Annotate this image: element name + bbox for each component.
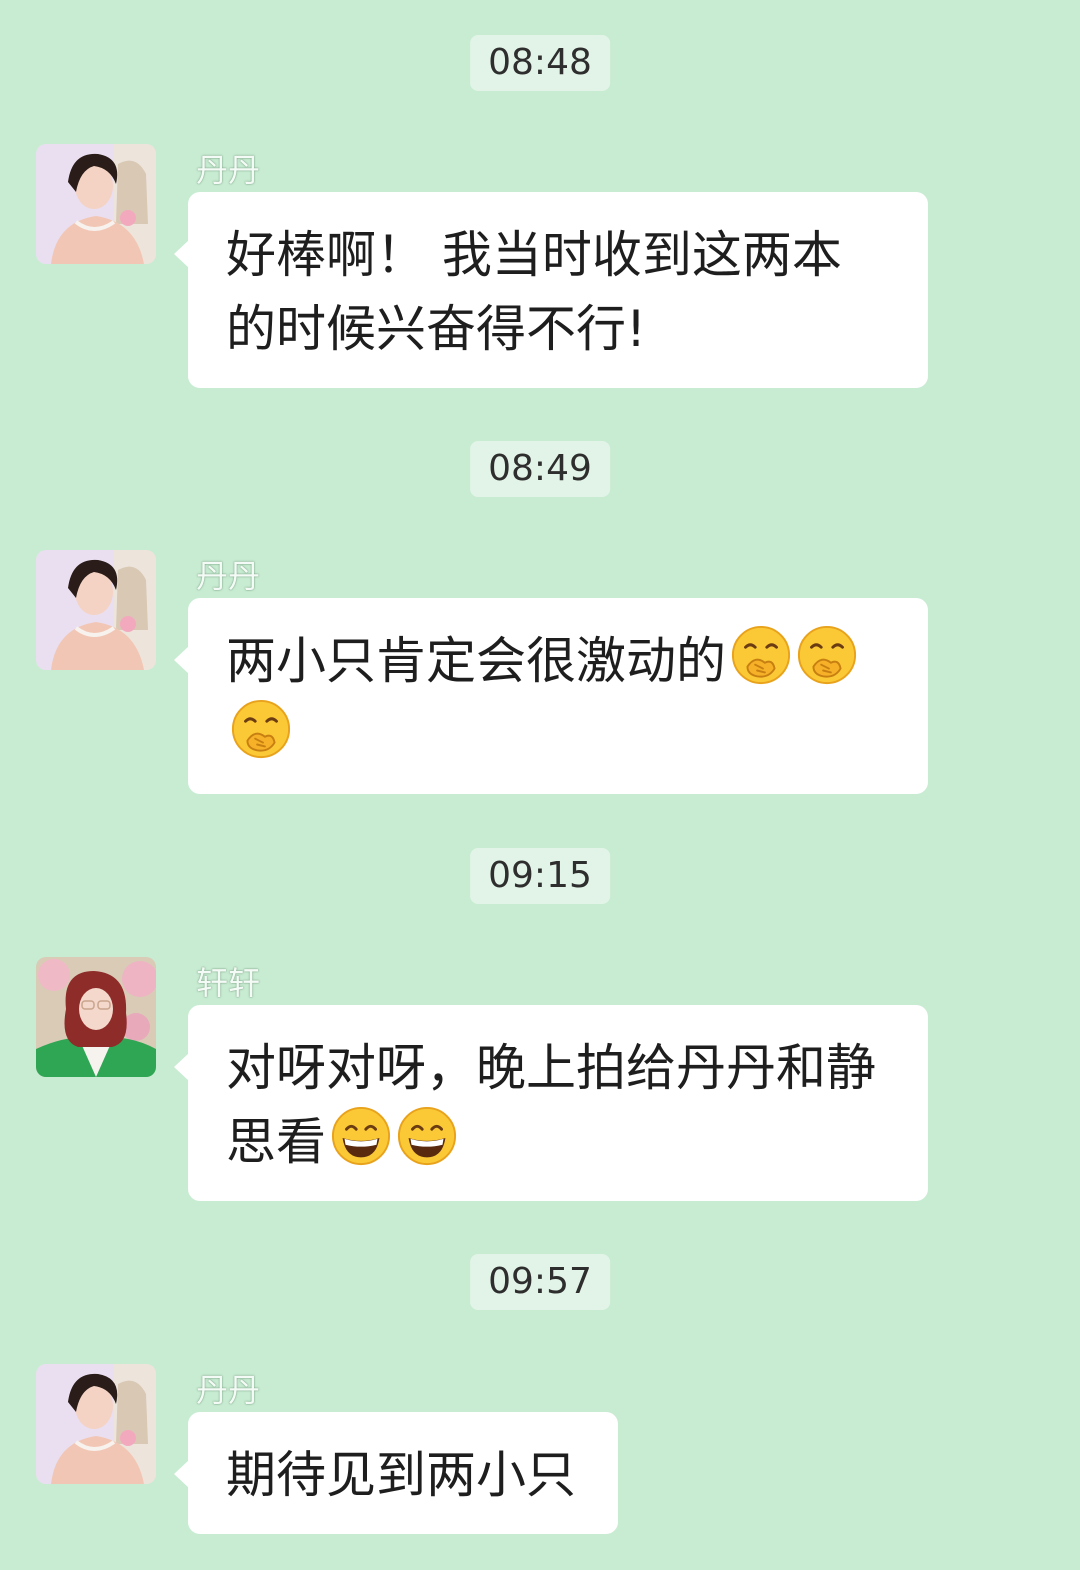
face-with-hand-over-mouth-emoji xyxy=(231,699,291,759)
message-text: 对呀对呀，晚上拍给丹丹和静思看 xyxy=(226,1039,876,1171)
message-bubble[interactable]: 对呀对呀，晚上拍给丹丹和静思看 xyxy=(174,1005,928,1201)
avatar-image xyxy=(36,144,156,264)
message-bubble[interactable]: 好棒啊！ 我当时收到这两本的时候兴奋得不行! xyxy=(174,192,928,388)
avatar[interactable] xyxy=(36,957,156,1077)
message-text: 好棒啊！ 我当时收到这两本的时候兴奋得不行! xyxy=(226,226,842,358)
sender-name: 丹丹 xyxy=(196,151,261,189)
sender-name: 丹丹 xyxy=(196,1371,261,1409)
avatar[interactable] xyxy=(36,550,156,670)
face-with-hand-over-mouth-emoji xyxy=(797,625,857,685)
face-with-hand-over-mouth-emoji xyxy=(731,625,791,685)
avatar-image xyxy=(36,957,156,1077)
avatar-image xyxy=(36,550,156,670)
grinning-face-emoji xyxy=(397,1106,457,1166)
avatar-image xyxy=(36,1364,156,1484)
sender-name: 轩轩 xyxy=(196,964,261,1002)
timestamp-divider: 09:15 xyxy=(470,848,610,904)
chat-area[interactable]: 08:48 丹丹 好棒啊！ 我当时收到这两本的时候兴奋得不行! 08:49 丹丹… xyxy=(0,0,1080,1570)
avatar[interactable] xyxy=(36,144,156,264)
message-text: 两小只肯定会很激动的 xyxy=(226,632,726,690)
message-bubble[interactable]: 两小只肯定会很激动的 xyxy=(174,598,928,794)
avatar[interactable] xyxy=(36,1364,156,1484)
sender-name: 丹丹 xyxy=(196,557,261,595)
timestamp-divider: 08:49 xyxy=(470,441,610,497)
timestamp-divider: 09:57 xyxy=(470,1254,610,1310)
grinning-face-emoji xyxy=(331,1106,391,1166)
timestamp-divider: 08:48 xyxy=(470,35,610,91)
message-bubble[interactable]: 期待见到两小只 xyxy=(174,1412,618,1534)
message-text: 期待见到两小只 xyxy=(226,1446,576,1504)
